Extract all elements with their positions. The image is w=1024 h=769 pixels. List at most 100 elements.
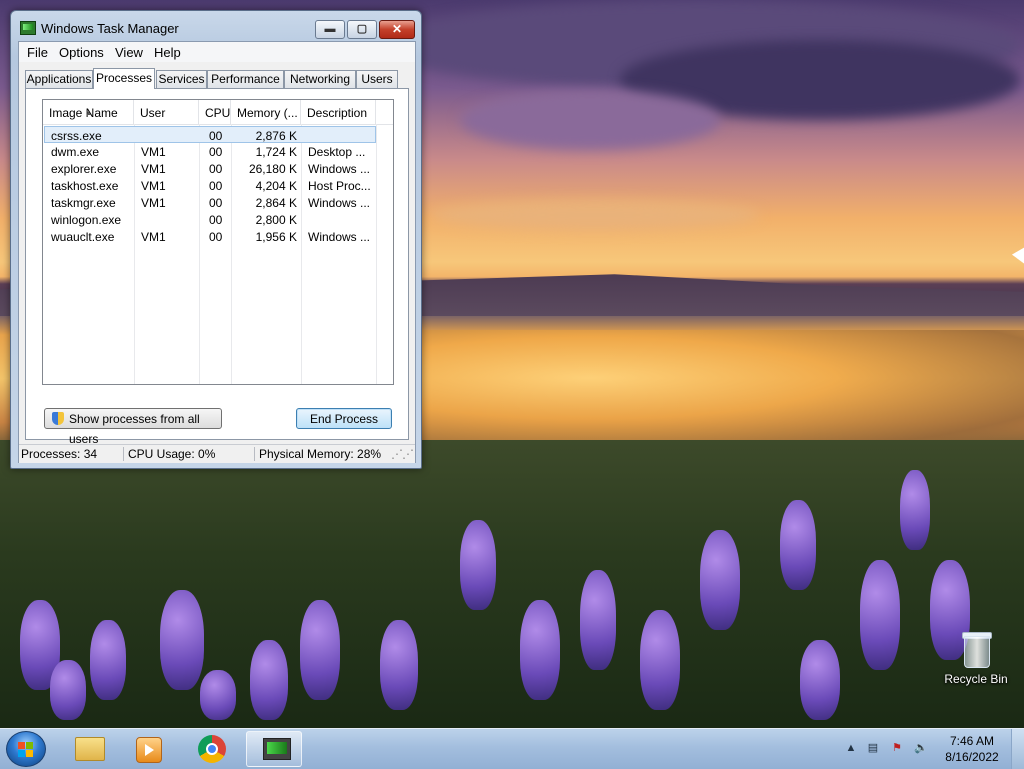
description-cell: Desktop ... — [308, 145, 366, 159]
description-cell: Windows ... — [308, 230, 371, 244]
windows-explorer-icon — [75, 737, 105, 761]
close-icon: ✕ — [391, 22, 403, 36]
column-header-image-name[interactable]: ▲ Image Name — [43, 100, 134, 124]
resize-grip-icon[interactable]: ⋰⋰ — [391, 447, 414, 462]
menu-view[interactable]: View — [115, 45, 143, 60]
taskbar: ▲ ▤ ⚑ 🔈 7:46 AM 8/16/2022 — [0, 728, 1024, 769]
image-name-cell: taskmgr.exe — [51, 196, 116, 210]
show-all-processes-label: Show processes from all users — [69, 412, 200, 446]
image-name-cell: dwm.exe — [51, 145, 100, 159]
taskbar-media-player-button[interactable] — [120, 731, 176, 767]
process-row[interactable]: explorer.exe VM1 00 26,180 K Windows ... — [44, 160, 376, 177]
process-row[interactable]: wuauclt.exe VM1 00 1,956 K Windows ... — [44, 228, 376, 245]
menu-help[interactable]: Help — [154, 45, 181, 60]
close-button[interactable]: ✕ — [379, 20, 415, 39]
status-physical-memory: Physical Memory: 28% — [259, 447, 382, 461]
flower — [700, 530, 740, 630]
network-icon[interactable]: ▤ — [866, 742, 880, 755]
menu-options[interactable]: Options — [59, 45, 104, 60]
clock[interactable]: 7:46 AM 8/16/2022 — [940, 733, 1004, 765]
description-cell: Host Proc... — [308, 179, 371, 193]
taskbar-task-manager-button[interactable] — [246, 731, 302, 767]
column-header-user-name[interactable]: User Name — [134, 100, 199, 146]
image-name-cell: explorer.exe — [51, 162, 117, 176]
process-row[interactable]: taskmgr.exe VM1 00 2,864 K Windows ... — [44, 194, 376, 211]
clock-date: 8/16/2022 — [945, 750, 999, 764]
cpu-cell: 00 — [209, 162, 223, 176]
taskbar-chrome-button[interactable] — [183, 731, 239, 767]
window-title: Windows Task Manager — [41, 21, 179, 36]
processes-panel: ▲Image Name User Name CPU Memory (... De… — [25, 88, 409, 446]
status-processes: Processes: 34 — [21, 447, 98, 461]
tab-users[interactable]: Users — [356, 70, 398, 88]
image-name-cell: winlogon.exe — [51, 213, 122, 227]
flower — [860, 560, 900, 670]
volume-icon[interactable]: 🔈 — [914, 742, 928, 755]
cpu-cell: 00 — [209, 145, 223, 159]
list-header: ▲Image Name User Name CPU Memory (... De… — [43, 100, 393, 146]
user-name-cell: VM1 — [141, 162, 166, 176]
clock-time: 7:46 AM — [949, 734, 995, 748]
tab-networking[interactable]: Networking — [284, 70, 356, 88]
show-all-processes-button[interactable]: Show processes from all users — [44, 408, 222, 446]
tab-performance[interactable]: Performance — [207, 70, 284, 88]
window-client-area: File Options View Help Applications Proc… — [18, 41, 416, 463]
status-bar: Processes: 34 CPU Usage: 0% Physical Mem… — [19, 444, 415, 463]
recycle-bin-label: Recycle Bin — [944, 672, 1008, 686]
flower — [580, 570, 616, 670]
start-orb-icon[interactable] — [6, 731, 46, 767]
flower — [250, 640, 288, 720]
tab-processes[interactable]: Processes — [93, 68, 155, 89]
status-divider — [123, 447, 124, 461]
process-row[interactable]: taskhost.exe VM1 00 4,204 K Host Proc... — [44, 177, 376, 194]
flower — [780, 500, 816, 590]
end-process-button[interactable]: End Process — [296, 408, 392, 429]
description-cell: Windows ... — [308, 162, 371, 176]
user-name-cell: VM1 — [141, 145, 166, 159]
status-cpu-usage: CPU Usage: 0% — [128, 447, 216, 461]
flower — [900, 470, 930, 550]
task-manager-icon — [263, 738, 291, 760]
memory-cell: 26,180 K — [248, 162, 297, 176]
memory-cell: 2,876 K — [255, 129, 297, 143]
image-name-cell: wuauclt.exe — [51, 230, 115, 244]
process-row[interactable]: winlogon.exe 00 2,800 K — [44, 211, 376, 228]
memory-cell: 1,956 K — [255, 230, 297, 244]
menu-file[interactable]: File — [27, 45, 48, 60]
memory-cell: 1,724 K — [255, 145, 297, 159]
flower — [50, 660, 86, 720]
title-bar[interactable]: Windows Task Manager ▬ ▢ ✕ — [11, 11, 421, 41]
action-center-flag-icon[interactable]: ⚑ — [890, 742, 904, 755]
flower — [640, 610, 680, 710]
maximize-button[interactable]: ▢ — [347, 20, 377, 39]
mouse-cursor-icon — [1011, 247, 1024, 269]
recycle-bin-shortcut[interactable]: Recycle Bin — [940, 628, 1012, 686]
user-name-cell: VM1 — [141, 230, 166, 244]
flower — [90, 620, 126, 700]
image-name-cell: csrss.exe — [51, 129, 102, 143]
process-row[interactable]: dwm.exe VM1 00 1,724 K Desktop ... — [44, 143, 376, 160]
flower — [520, 600, 560, 700]
tab-applications[interactable]: Applications — [25, 70, 93, 88]
image-name-cell: taskhost.exe — [51, 179, 119, 193]
minimize-button[interactable]: ▬ — [315, 20, 345, 39]
minimize-icon: ▬ — [324, 23, 336, 35]
cpu-cell: 00 — [209, 129, 223, 143]
user-name-cell: VM1 — [141, 179, 166, 193]
menu-bar: File Options View Help — [19, 42, 415, 62]
status-divider — [254, 447, 255, 461]
process-row[interactable]: csrss.exe 00 2,876 K — [44, 126, 376, 143]
column-header-cpu[interactable]: CPU — [199, 100, 231, 124]
sort-ascending-icon: ▲ — [85, 110, 92, 117]
cloud — [460, 90, 720, 150]
column-header-description[interactable]: Description — [301, 100, 376, 124]
show-hidden-icons-chevron[interactable]: ▲ — [844, 742, 858, 755]
flower — [380, 620, 418, 710]
show-desktop-button[interactable] — [1011, 729, 1024, 769]
taskbar-explorer-button[interactable] — [60, 731, 116, 767]
tab-services[interactable]: Services — [156, 70, 207, 88]
user-name-cell: VM1 — [141, 196, 166, 210]
column-header-memory[interactable]: Memory (... — [231, 100, 301, 124]
process-list[interactable]: ▲Image Name User Name CPU Memory (... De… — [42, 99, 394, 385]
cpu-cell: 00 — [209, 230, 223, 244]
